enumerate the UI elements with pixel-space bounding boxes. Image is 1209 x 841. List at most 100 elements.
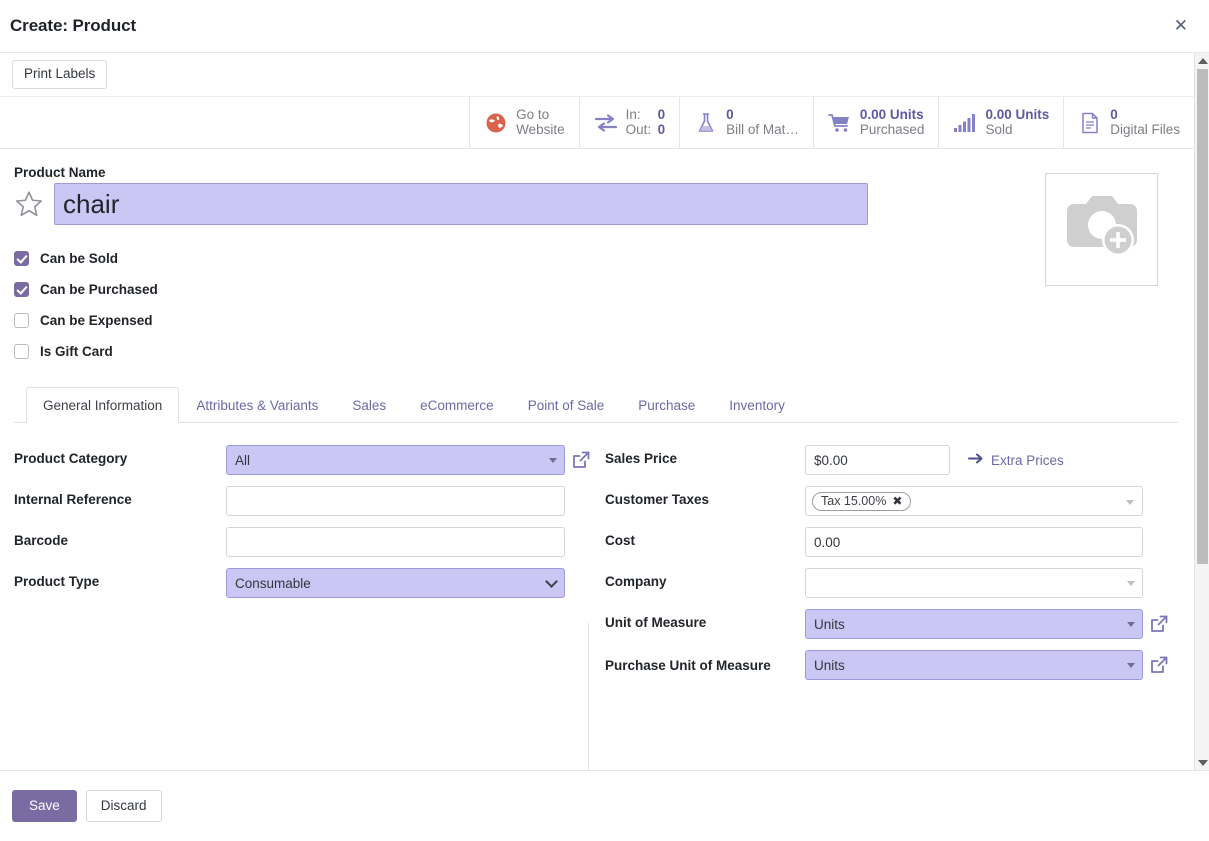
customer-taxes-control: Tax 15.00% ✖	[805, 486, 1143, 516]
field-company: Company	[605, 568, 1178, 598]
notebook-tabs: General Information Attributes & Variant…	[14, 387, 1178, 423]
stat-label: Bill of Mat…	[726, 123, 799, 138]
can-be-sold-label: Can be Sold	[40, 251, 118, 266]
purchase-unit-of-measure-input[interactable]	[805, 650, 1143, 680]
discard-button[interactable]: Discard	[86, 790, 162, 822]
product-category-select-wrap	[226, 445, 565, 475]
is-gift-card-label: Is Gift Card	[40, 344, 113, 359]
tab-point-of-sale[interactable]: Point of Sale	[511, 387, 622, 423]
vertical-scrollbar[interactable]	[1194, 53, 1209, 771]
stat-button-go-to-website[interactable]: Go to Website	[469, 97, 579, 148]
stat-label: Digital Files	[1110, 123, 1180, 138]
open-unit-of-measure-external-link-icon[interactable]	[1149, 614, 1169, 634]
product-category-label: Product Category	[14, 445, 226, 466]
is-gift-card-checkbox[interactable]	[14, 344, 29, 359]
scroll-region: Print Labels Go to Website	[0, 53, 1194, 771]
remove-tax-tag-icon[interactable]: ✖	[892, 494, 902, 508]
print-labels-button[interactable]: Print Labels	[12, 60, 107, 90]
tab-purchase[interactable]: Purchase	[621, 387, 712, 423]
checkbox-row-can-be-purchased[interactable]: Can be Purchased	[14, 274, 1045, 305]
can-be-expensed-label: Can be Expensed	[40, 313, 153, 328]
chevron-down-icon	[1126, 500, 1134, 505]
stat-in-row: In: 0	[626, 108, 666, 123]
stat-button-purchased[interactable]: 0.00 Units Purchased	[813, 97, 939, 148]
checkbox-row-can-be-sold[interactable]: Can be Sold	[14, 243, 1045, 274]
tax-tag-label: Tax 15.00%	[821, 494, 886, 508]
product-name-input[interactable]	[54, 183, 868, 225]
cost-input[interactable]	[805, 527, 1143, 557]
scrollbar-thumb[interactable]	[1197, 69, 1208, 564]
stat-text: 0 Digital Files	[1110, 108, 1180, 137]
scroll-down-arrow-icon[interactable]	[1198, 760, 1208, 766]
modal-header: Create: Product ✕	[0, 0, 1209, 53]
stat-label-line2: Website	[516, 123, 565, 138]
open-purchase-unit-of-measure-external-link-icon[interactable]	[1149, 655, 1169, 675]
stat-value: 0	[726, 108, 799, 123]
can-be-purchased-checkbox[interactable]	[14, 282, 29, 297]
unit-of-measure-input[interactable]	[805, 609, 1143, 639]
field-product-type: Product Type	[14, 568, 596, 598]
stat-button-digital-files[interactable]: 0 Digital Files	[1063, 97, 1194, 148]
unit-of-measure-select-wrap	[805, 609, 1143, 639]
barcode-input[interactable]	[226, 527, 565, 557]
tab-general-information[interactable]: General Information	[26, 387, 179, 423]
unit-of-measure-label: Unit of Measure	[605, 609, 805, 630]
tab-ecommerce[interactable]: eCommerce	[403, 387, 511, 423]
page-title: Create: Product	[10, 16, 136, 36]
field-product-category: Product Category	[14, 445, 596, 475]
field-cost: Cost	[605, 527, 1178, 557]
tab-sales[interactable]: Sales	[335, 387, 403, 423]
extra-prices-link[interactable]: Extra Prices	[968, 452, 1064, 468]
field-barcode: Barcode	[14, 527, 596, 557]
stat-button-sold[interactable]: 0.00 Units Sold	[938, 97, 1063, 148]
stat-out-value: 0	[658, 123, 666, 138]
unit-of-measure-control	[805, 609, 1169, 639]
column-divider	[588, 623, 589, 771]
company-control	[805, 568, 1143, 598]
stat-text: 0.00 Units Purchased	[860, 108, 925, 137]
product-image-upload[interactable]	[1045, 173, 1158, 286]
field-purchase-unit-of-measure: Purchase Unit of Measure	[605, 650, 1178, 680]
form-column-left: Product Category	[14, 445, 596, 691]
modal-body: Print Labels Go to Website	[0, 53, 1209, 771]
general-information-panel: Product Category	[14, 423, 1178, 691]
cost-label: Cost	[605, 527, 805, 548]
company-label: Company	[605, 568, 805, 589]
stat-button-in-out[interactable]: In: 0 Out: 0	[579, 97, 680, 148]
stat-value: 0.00 Units	[860, 108, 925, 123]
tax-tag[interactable]: Tax 15.00% ✖	[812, 492, 911, 511]
close-icon[interactable]: ✕	[1169, 16, 1193, 37]
customer-taxes-tag-field[interactable]: Tax 15.00% ✖	[805, 486, 1143, 516]
product-type-control	[226, 568, 565, 598]
open-product-category-external-link-icon[interactable]	[571, 450, 591, 470]
product-type-select[interactable]	[226, 568, 565, 598]
checkbox-row-is-gift-card[interactable]: Is Gift Card	[14, 336, 1045, 367]
internal-reference-input[interactable]	[226, 486, 565, 516]
globe-icon	[484, 111, 508, 135]
company-select-wrap	[805, 568, 1143, 598]
stat-out-row: Out: 0	[626, 123, 666, 138]
internal-reference-control	[226, 486, 565, 516]
form-sheet: Product Name Can be Sold	[0, 149, 1194, 691]
checkbox-row-can-be-expensed[interactable]: Can be Expensed	[14, 305, 1045, 336]
save-button[interactable]: Save	[12, 790, 77, 822]
tab-inventory[interactable]: Inventory	[712, 387, 802, 423]
product-type-label: Product Type	[14, 568, 226, 589]
tab-attributes-variants[interactable]: Attributes & Variants	[179, 387, 335, 423]
product-category-control	[226, 445, 591, 475]
star-outline-icon[interactable]	[14, 189, 44, 219]
can-be-expensed-checkbox[interactable]	[14, 313, 29, 328]
camera-add-icon	[1062, 192, 1142, 267]
can-be-purchased-label: Can be Purchased	[40, 282, 158, 297]
purchase-unit-of-measure-control	[805, 650, 1169, 680]
can-be-sold-checkbox[interactable]	[14, 251, 29, 266]
product-category-input[interactable]	[226, 445, 565, 475]
barcode-label: Barcode	[14, 527, 226, 548]
product-name-row	[14, 183, 1045, 225]
stat-button-bill-of-materials[interactable]: 0 Bill of Mat…	[679, 97, 813, 148]
sales-price-input[interactable]	[805, 445, 950, 475]
scroll-up-arrow-icon[interactable]	[1198, 58, 1208, 64]
product-name-label: Product Name	[14, 165, 1045, 180]
title-left: Product Name Can be Sold	[14, 165, 1045, 367]
company-input[interactable]	[805, 568, 1143, 598]
